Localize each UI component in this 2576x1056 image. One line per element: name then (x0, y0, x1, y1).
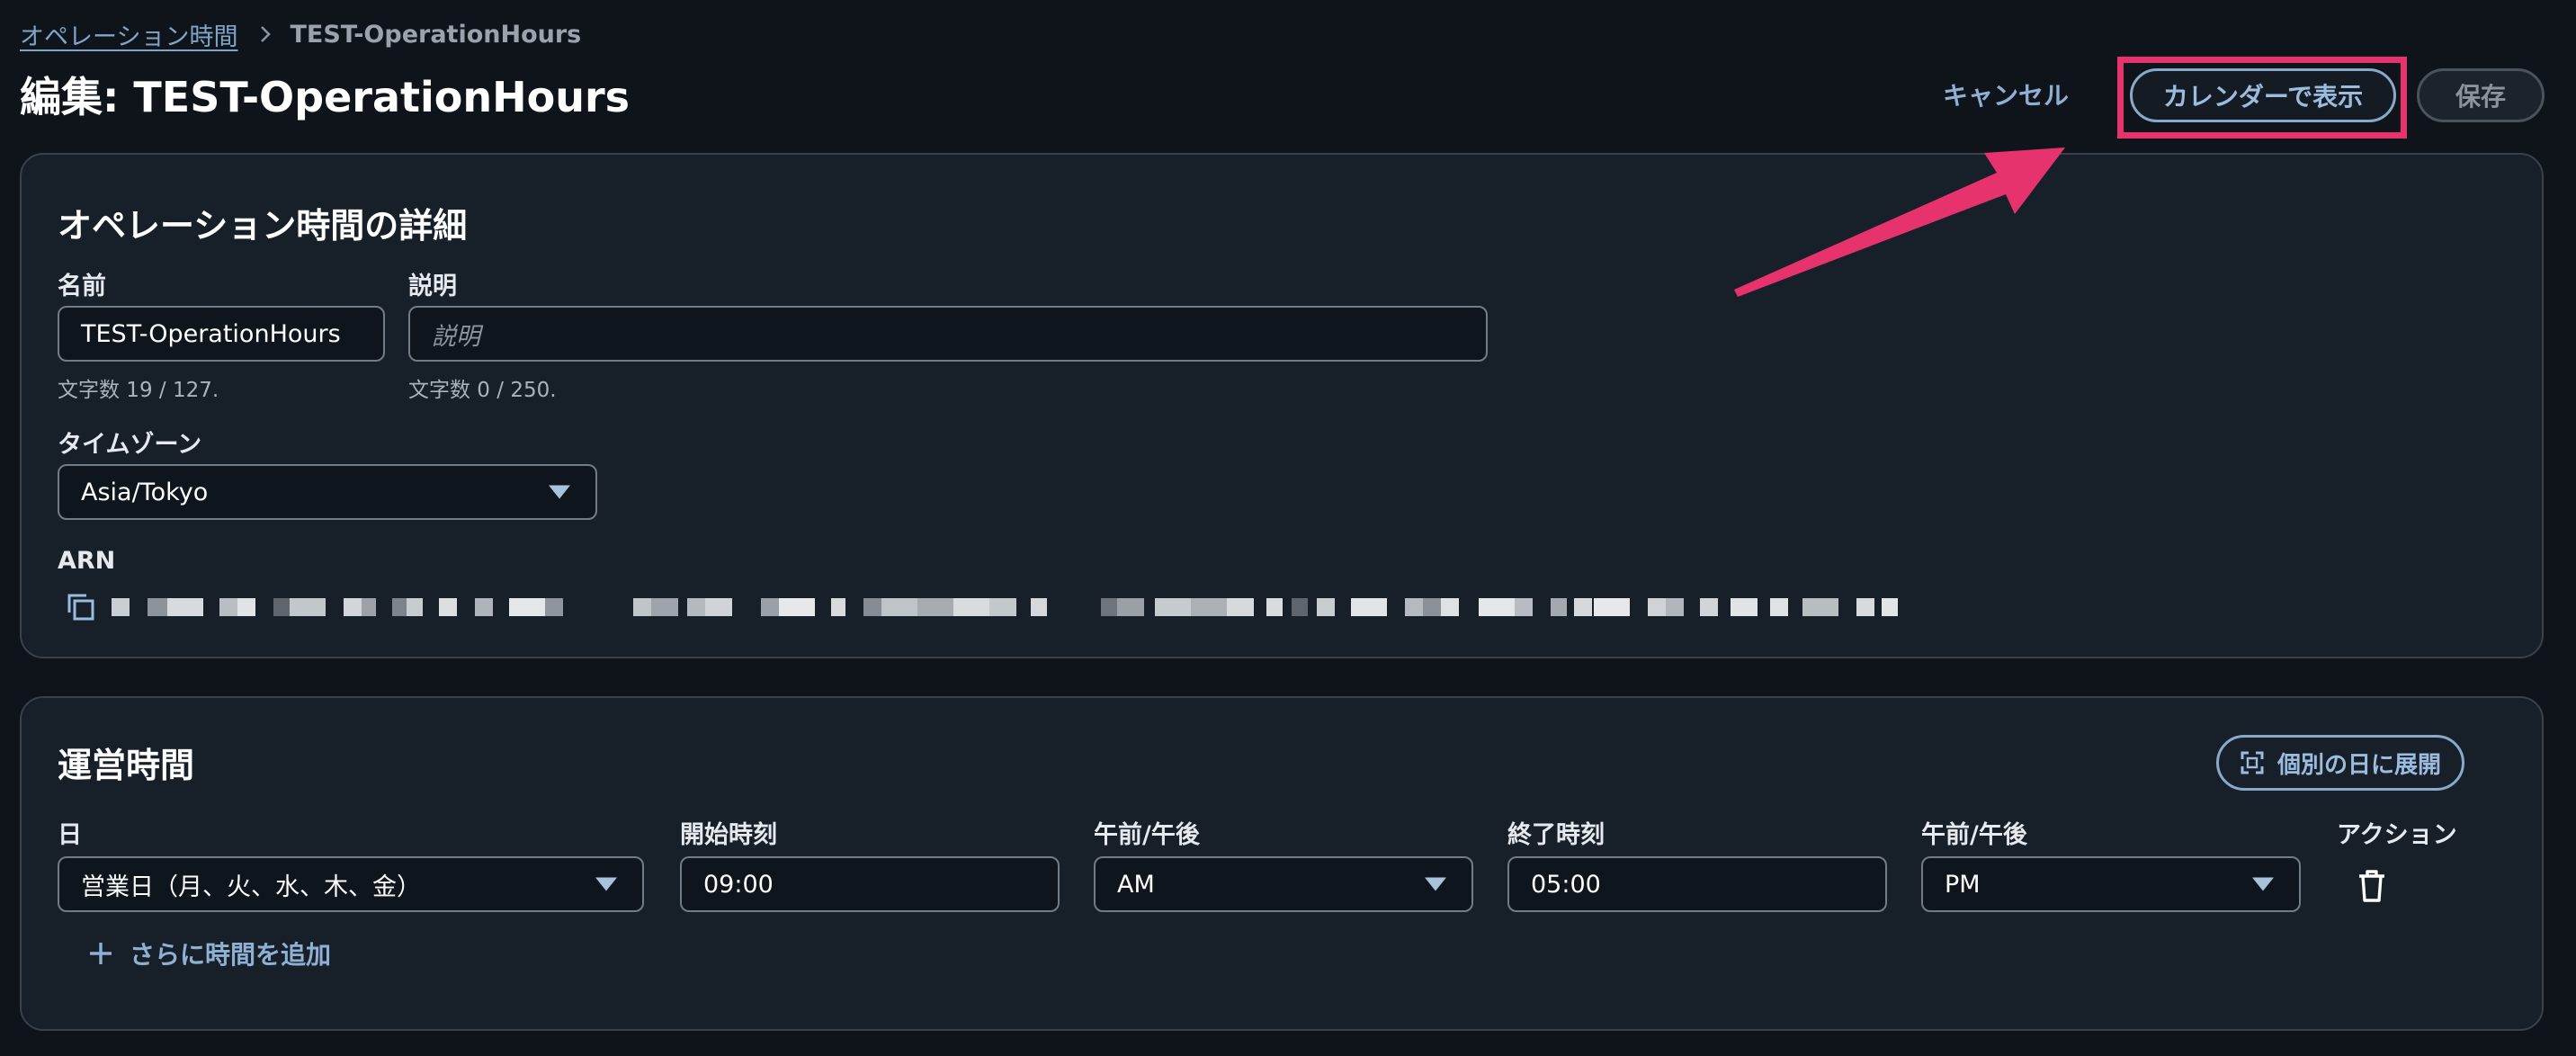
copy-icon[interactable] (65, 591, 95, 622)
start-ampm-column-label: 午前/午後 (1094, 821, 1200, 849)
details-panel: オペレーション時間の詳細 名前 TEST-OperationHours 文字数 … (20, 153, 2544, 658)
description-input[interactable]: 説明 (408, 306, 1488, 362)
end-ampm-column-label: 午前/午後 (1921, 821, 2027, 849)
start-time-input[interactable]: 09:00 (680, 856, 1060, 912)
start-time-column-label: 開始時刻 (680, 821, 777, 849)
action-column-label: アクション (2337, 821, 2457, 849)
cancel-button[interactable]: キャンセル (1925, 70, 2087, 119)
name-label: 名前 (58, 273, 106, 300)
caret-down-icon (549, 485, 570, 499)
name-input[interactable]: TEST-OperationHours (58, 306, 385, 362)
name-char-count: 文字数 19 / 127. (58, 379, 219, 402)
timezone-label: タイムゾーン (58, 431, 202, 459)
expand-days-label: 個別の日に展開 (2276, 751, 2441, 779)
end-time-column-label: 終了時刻 (1507, 821, 1605, 849)
breadcrumb: オペレーション時間 TEST-OperationHours (20, 17, 582, 52)
hours-heading: 運営時間 (58, 746, 195, 785)
chevron-right-icon (255, 24, 275, 44)
breadcrumb-link-operation-hours[interactable]: オペレーション時間 (20, 17, 237, 52)
add-more-time-button[interactable]: さらに時間を追加 (88, 934, 331, 973)
save-button[interactable]: 保存 (2417, 68, 2545, 122)
caret-down-icon (2252, 877, 2274, 891)
add-more-time-label: さらに時間を追加 (130, 940, 332, 970)
page-title: 編集: TEST-OperationHours (20, 73, 631, 121)
details-heading: オペレーション時間の詳細 (58, 206, 468, 246)
start-ampm-select[interactable]: AM (1094, 856, 1473, 912)
day-select-value: 営業日（月、火、水、木、金） (81, 873, 421, 901)
arn-redacted-value (112, 598, 1898, 616)
expand-icon (2241, 751, 2264, 774)
hours-panel: 運営時間 個別の日に展開 日 開始時刻 午前/午後 終了時刻 午前/午後 アクシ… (20, 696, 2544, 1031)
caret-down-icon (595, 877, 617, 891)
end-time-input[interactable]: 05:00 (1507, 856, 1887, 912)
day-column-label: 日 (58, 821, 82, 849)
day-select[interactable]: 営業日（月、火、水、木、金） (58, 856, 644, 912)
caret-down-icon (1425, 877, 1446, 891)
arn-label: ARN (58, 547, 116, 575)
breadcrumb-current: TEST-OperationHours (290, 20, 582, 49)
plus-icon (90, 943, 112, 964)
view-calendar-button[interactable]: カレンダーで表示 (2130, 68, 2396, 122)
timezone-select[interactable]: Asia/Tokyo (58, 464, 597, 520)
trash-icon[interactable] (2357, 869, 2387, 903)
expand-days-button[interactable]: 個別の日に展開 (2216, 735, 2464, 791)
start-ampm-value: AM (1117, 870, 1155, 899)
end-ampm-value: PM (1945, 870, 1981, 899)
end-ampm-select[interactable]: PM (1921, 856, 2301, 912)
description-label: 説明 (408, 273, 457, 300)
timezone-value: Asia/Tokyo (81, 478, 209, 506)
description-char-count: 文字数 0 / 250. (408, 379, 557, 402)
